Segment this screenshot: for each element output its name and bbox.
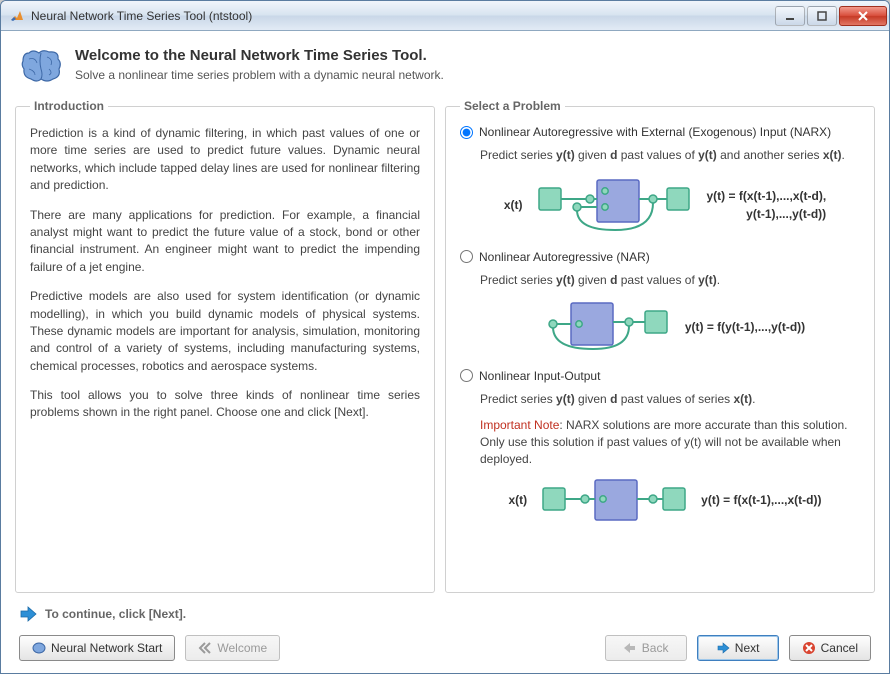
- select-legend: Select a Problem: [460, 99, 565, 113]
- maximize-button[interactable]: [807, 6, 837, 26]
- problem-nar: Nonlinear Autoregressive (NAR) Predict s…: [460, 250, 860, 355]
- nio-equation: y(t) = f(x(t-1),...,x(t-d)): [701, 491, 821, 509]
- problem-nio: Nonlinear Input-Output Predict series y(…: [460, 369, 860, 522]
- header-text: Welcome to the Neural Network Time Serie…: [75, 47, 444, 85]
- introduction-group: Introduction Prediction is a kind of dyn…: [15, 99, 435, 593]
- app-window: Neural Network Time Series Tool (ntstool…: [0, 0, 890, 674]
- nio-note: Important Note: NARX solutions are more …: [480, 417, 860, 467]
- nio-prelabel: x(t): [509, 493, 528, 507]
- intro-p1: Prediction is a kind of dynamic filterin…: [30, 125, 420, 195]
- titlebar[interactable]: Neural Network Time Series Tool (ntstool…: [1, 1, 889, 31]
- header: Welcome to the Neural Network Time Serie…: [15, 41, 875, 99]
- narx-svg: [537, 174, 697, 236]
- intro-p4: This tool allows you to solve three kind…: [30, 387, 420, 422]
- radio-narx-label[interactable]: Nonlinear Autoregressive with External (…: [479, 125, 831, 139]
- content-area: Welcome to the Neural Network Time Serie…: [1, 31, 889, 673]
- intro-legend: Introduction: [30, 99, 108, 113]
- rewind-icon: [198, 641, 212, 655]
- select-problem-group: Select a Problem Nonlinear Autoregressiv…: [445, 99, 875, 593]
- maximize-icon: [817, 11, 827, 21]
- intro-p2: There are many applications for predicti…: [30, 207, 420, 277]
- narx-desc: Predict series y(t) given d past values …: [480, 147, 860, 164]
- arrow-left-icon: [623, 641, 637, 655]
- intro-p3: Predictive models are also used for syst…: [30, 288, 420, 375]
- minimize-button[interactable]: [775, 6, 805, 26]
- brain-small-icon: [32, 641, 46, 655]
- welcome-button: Welcome: [185, 635, 280, 661]
- window-controls: [775, 6, 887, 26]
- nio-diagram: x(t) y(t) =: [470, 478, 860, 522]
- radio-nar[interactable]: [460, 250, 473, 263]
- arrow-right-icon: [716, 641, 730, 655]
- matlab-icon: [9, 8, 25, 24]
- arrow-right-icon: [19, 605, 37, 623]
- close-icon: [857, 10, 869, 22]
- nar-desc: Predict series y(t) given d past values …: [480, 272, 860, 289]
- next-button[interactable]: Next: [697, 635, 779, 661]
- radio-nar-label[interactable]: Nonlinear Autoregressive (NAR): [479, 250, 650, 264]
- window-title: Neural Network Time Series Tool (ntstool…: [31, 9, 775, 23]
- cancel-button[interactable]: Cancel: [789, 635, 871, 661]
- radio-nio-label[interactable]: Nonlinear Input-Output: [479, 369, 600, 383]
- narx-equation: y(t) = f(x(t-1),...,x(t-d), y(t-1),...,y…: [707, 187, 827, 223]
- nar-svg: [525, 299, 675, 355]
- nar-diagram: y(t) = f(y(t-1),...,y(t-d)): [470, 299, 860, 355]
- problem-narx: Nonlinear Autoregressive with External (…: [460, 125, 860, 236]
- panels: Introduction Prediction is a kind of dyn…: [15, 99, 875, 593]
- nio-desc: Predict series y(t) given d past values …: [480, 391, 860, 408]
- minimize-icon: [785, 11, 795, 21]
- radio-narx[interactable]: [460, 126, 473, 139]
- close-button[interactable]: [839, 6, 887, 26]
- page-title: Welcome to the Neural Network Time Serie…: [75, 47, 444, 64]
- footer-hint: To continue, click [Next].: [15, 593, 875, 633]
- back-button: Back: [605, 635, 687, 661]
- brain-icon: [19, 47, 63, 85]
- nio-svg: [541, 478, 691, 522]
- narx-prelabel: x(t): [504, 198, 523, 212]
- cancel-icon: [802, 641, 816, 655]
- narx-diagram: x(t): [470, 174, 860, 236]
- button-bar: Neural Network Start Welcome Back Next C…: [15, 633, 875, 665]
- radio-nio[interactable]: [460, 369, 473, 382]
- nar-equation: y(t) = f(y(t-1),...,y(t-d)): [685, 318, 805, 336]
- page-subtitle: Solve a nonlinear time series problem wi…: [75, 68, 444, 82]
- nnstart-button[interactable]: Neural Network Start: [19, 635, 175, 661]
- footer-hint-text: To continue, click [Next].: [45, 607, 186, 621]
